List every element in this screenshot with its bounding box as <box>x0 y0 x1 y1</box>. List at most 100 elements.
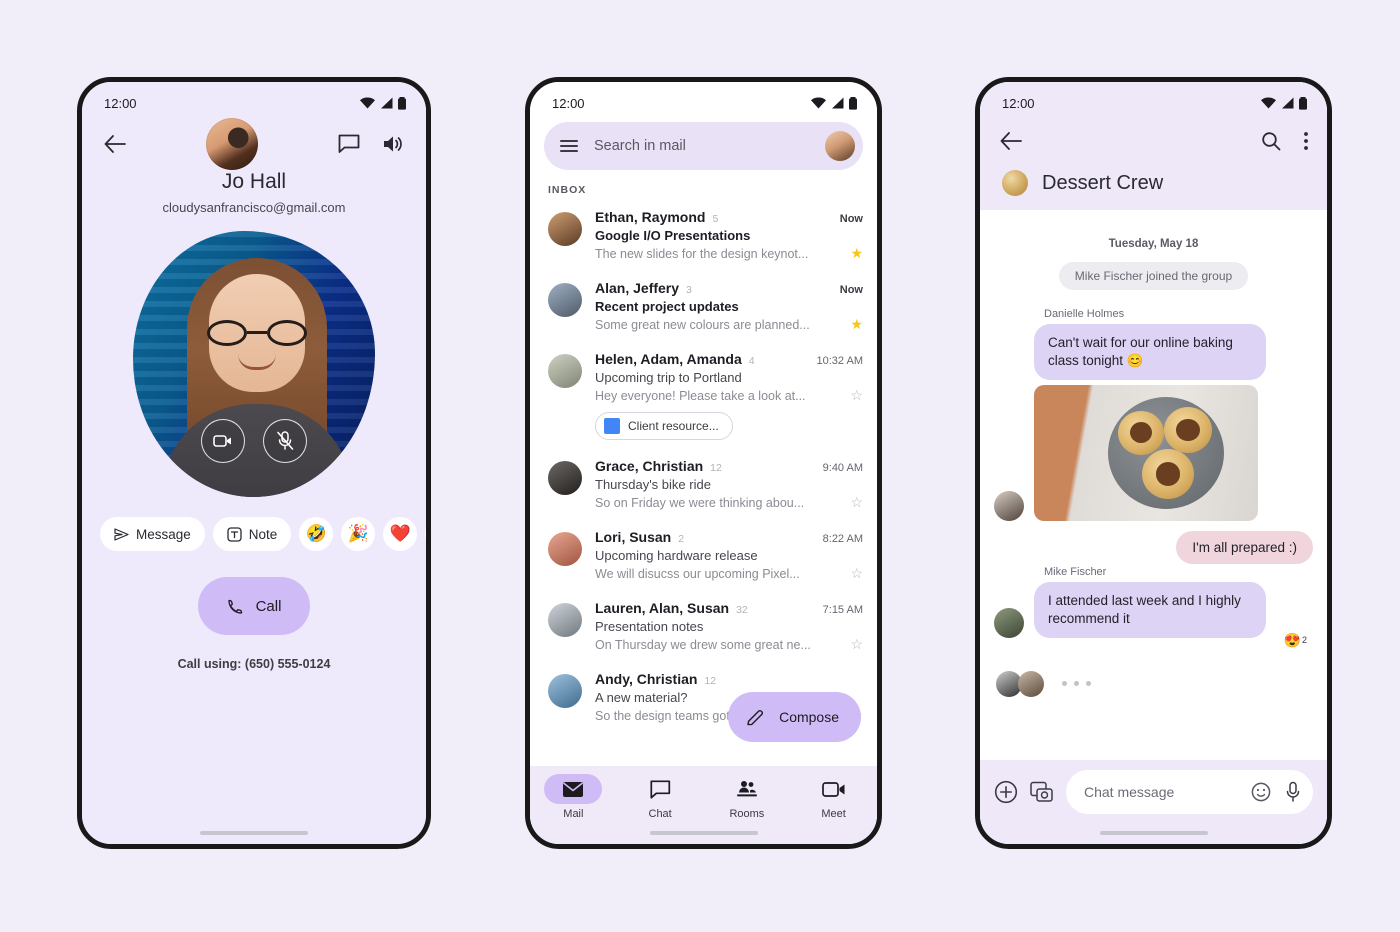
chat-screen: 12:00 Dessert Crew Tuesday, May 18 Mike … <box>980 82 1327 844</box>
back-button[interactable] <box>104 135 126 153</box>
star-icon[interactable]: ☆ <box>850 387 863 404</box>
message-photo[interactable] <box>1034 384 1258 521</box>
phone-chat-conversation: 12:00 Dessert Crew Tuesday, May 18 Mike … <box>975 77 1332 849</box>
email-sender: Lori, Susan <box>595 529 672 545</box>
battery-icon <box>398 96 406 110</box>
table-row[interactable]: Lauren, Alan, Susan 32 7:15 AM Presentat… <box>530 591 877 662</box>
message-reaction[interactable]: 😍 2 <box>1284 632 1307 649</box>
note-chip[interactable]: Note <box>212 517 292 551</box>
chat-input[interactable]: Chat message <box>1084 784 1237 800</box>
chat-button[interactable] <box>338 134 360 154</box>
email-count: 3 <box>686 284 692 296</box>
nav-item-mail[interactable]: Mail <box>530 774 617 820</box>
signal-icon <box>381 97 393 109</box>
emoji-chip-laugh[interactable]: 🤣 <box>299 517 334 551</box>
contact-email: cloudysanfrancisco@gmail.com <box>162 200 346 215</box>
chat-icon <box>650 779 670 799</box>
table-row[interactable]: Grace, Christian 12 9:40 AM Thursday's b… <box>530 449 877 520</box>
account-avatar[interactable] <box>825 131 855 161</box>
message-author: Mike Fischer <box>1044 565 1107 578</box>
screenshot-stage: 12:00 Jo Hall cloudysanfrancisco@gmail.c… <box>0 0 1400 932</box>
search-bar[interactable]: Search in mail <box>544 122 863 170</box>
attachment-chip[interactable]: Client resource... <box>595 412 733 440</box>
mic-toggle-button[interactable] <box>263 419 307 463</box>
emoji-chip-heart-eyes[interactable]: 😍 <box>425 517 426 551</box>
contact-top-actions <box>338 134 404 154</box>
avatar <box>548 283 582 317</box>
email-sender: Andy, Christian <box>595 671 698 687</box>
typing-indicator <box>996 670 1313 697</box>
table-row[interactable]: Alan, Jeffery 3 Now Recent project updat… <box>530 271 877 342</box>
volume-button[interactable] <box>382 134 404 154</box>
reaction-count: 2 <box>1301 635 1307 646</box>
contact-screen: 12:00 Jo Hall cloudysanfrancisco@gmail.c… <box>82 82 426 844</box>
table-row[interactable]: Helen, Adam, Amanda 4 10:32 AM Upcoming … <box>530 342 877 449</box>
email-time: Now <box>839 284 863 296</box>
overflow-menu-button[interactable] <box>1303 131 1309 151</box>
nav-item-chat[interactable]: Chat <box>617 774 704 820</box>
camera-toggle-button[interactable] <box>201 419 245 463</box>
table-row[interactable]: Ethan, Raymond 5 Now Google I/O Presenta… <box>530 200 877 271</box>
emoji-button[interactable] <box>1251 782 1271 802</box>
list-item: I attended last week and I highly recomm… <box>994 581 1313 638</box>
note-chip-label: Note <box>248 526 278 542</box>
email-time: 10:32 AM <box>816 355 863 367</box>
nav-item-rooms[interactable]: Rooms <box>704 774 791 820</box>
phone1-screen: 12:00 Jo Hall cloudysanfrancisco@gmail.c… <box>82 82 426 844</box>
list-item: I'm all prepared :) <box>994 530 1313 564</box>
star-icon[interactable]: ☆ <box>850 494 863 511</box>
search-button[interactable] <box>1261 131 1281 151</box>
reaction-emoji: 😍 <box>1283 631 1301 648</box>
back-button[interactable] <box>1000 132 1022 150</box>
pastry <box>1142 448 1194 499</box>
email-count: 2 <box>678 533 685 545</box>
avatar <box>548 212 582 246</box>
email-snippet: We will disucss our upcoming Pixel... <box>595 566 800 581</box>
chat-title-row[interactable]: Dessert Crew <box>980 160 1327 196</box>
table-row[interactable]: Lori, Susan 2 8:22 AM Upcoming hardware … <box>530 520 877 591</box>
star-icon[interactable]: ★ <box>850 245 863 262</box>
message-chip[interactable]: Message <box>100 517 205 551</box>
signal-icon <box>1282 97 1294 109</box>
status-bar: 12:00 <box>82 82 426 118</box>
status-bar: 12:00 <box>530 82 877 118</box>
add-attachment-button[interactable] <box>994 780 1018 804</box>
email-sender: Grace, Christian <box>595 458 704 474</box>
home-indicator <box>200 831 308 835</box>
status-time: 12:00 <box>1002 95 1035 111</box>
status-time: 12:00 <box>552 95 585 111</box>
avatar <box>994 607 1024 638</box>
message-author: Danielle Holmes <box>1044 308 1125 320</box>
star-icon[interactable]: ★ <box>850 316 863 333</box>
chat-header: 12:00 Dessert Crew <box>980 82 1327 210</box>
emoji-chip-party[interactable]: 🎉 <box>341 517 376 551</box>
mic-button[interactable] <box>1285 781 1301 803</box>
star-icon[interactable]: ☆ <box>850 636 863 653</box>
chat-messages: Tuesday, May 18 Mike Fischer joined the … <box>980 238 1327 706</box>
email-time: 7:15 AM <box>822 604 863 616</box>
mail-icon <box>563 781 584 797</box>
chat-input-field[interactable]: Chat message <box>1066 770 1313 814</box>
chat-action-bar <box>980 118 1327 160</box>
gallery-button[interactable] <box>1030 781 1054 803</box>
email-subject: Upcoming trip to Portland <box>595 370 742 385</box>
wifi-icon <box>811 97 826 109</box>
email-subject: Upcoming hardware release <box>595 548 758 563</box>
search-icon <box>1262 132 1281 151</box>
compose-button[interactable]: Compose <box>728 692 861 742</box>
nav-item-meet[interactable]: Meet <box>790 774 877 820</box>
message-bubble: Can't wait for our online baking class t… <box>1034 324 1266 380</box>
phone-contact-call: 12:00 Jo Hall cloudysanfrancisco@gmail.c… <box>77 77 431 849</box>
star-icon[interactable]: ☆ <box>850 565 863 582</box>
list-item: Can't wait for our online baking class t… <box>994 324 1313 380</box>
hamburger-icon[interactable] <box>560 140 578 152</box>
nav-label-meet: Meet <box>821 808 846 820</box>
home-indicator <box>1099 831 1208 835</box>
email-snippet: Hey everyone! Please take a look at... <box>595 388 806 403</box>
video-camera-icon <box>213 435 231 447</box>
message-bubble-outgoing: I'm all prepared :) <box>1176 530 1313 564</box>
inbox-section-label: INBOX <box>548 184 587 196</box>
search-input[interactable]: Search in mail <box>594 138 809 154</box>
call-button[interactable]: Call <box>198 577 310 635</box>
emoji-chip-heart[interactable]: ❤️ <box>383 517 418 551</box>
